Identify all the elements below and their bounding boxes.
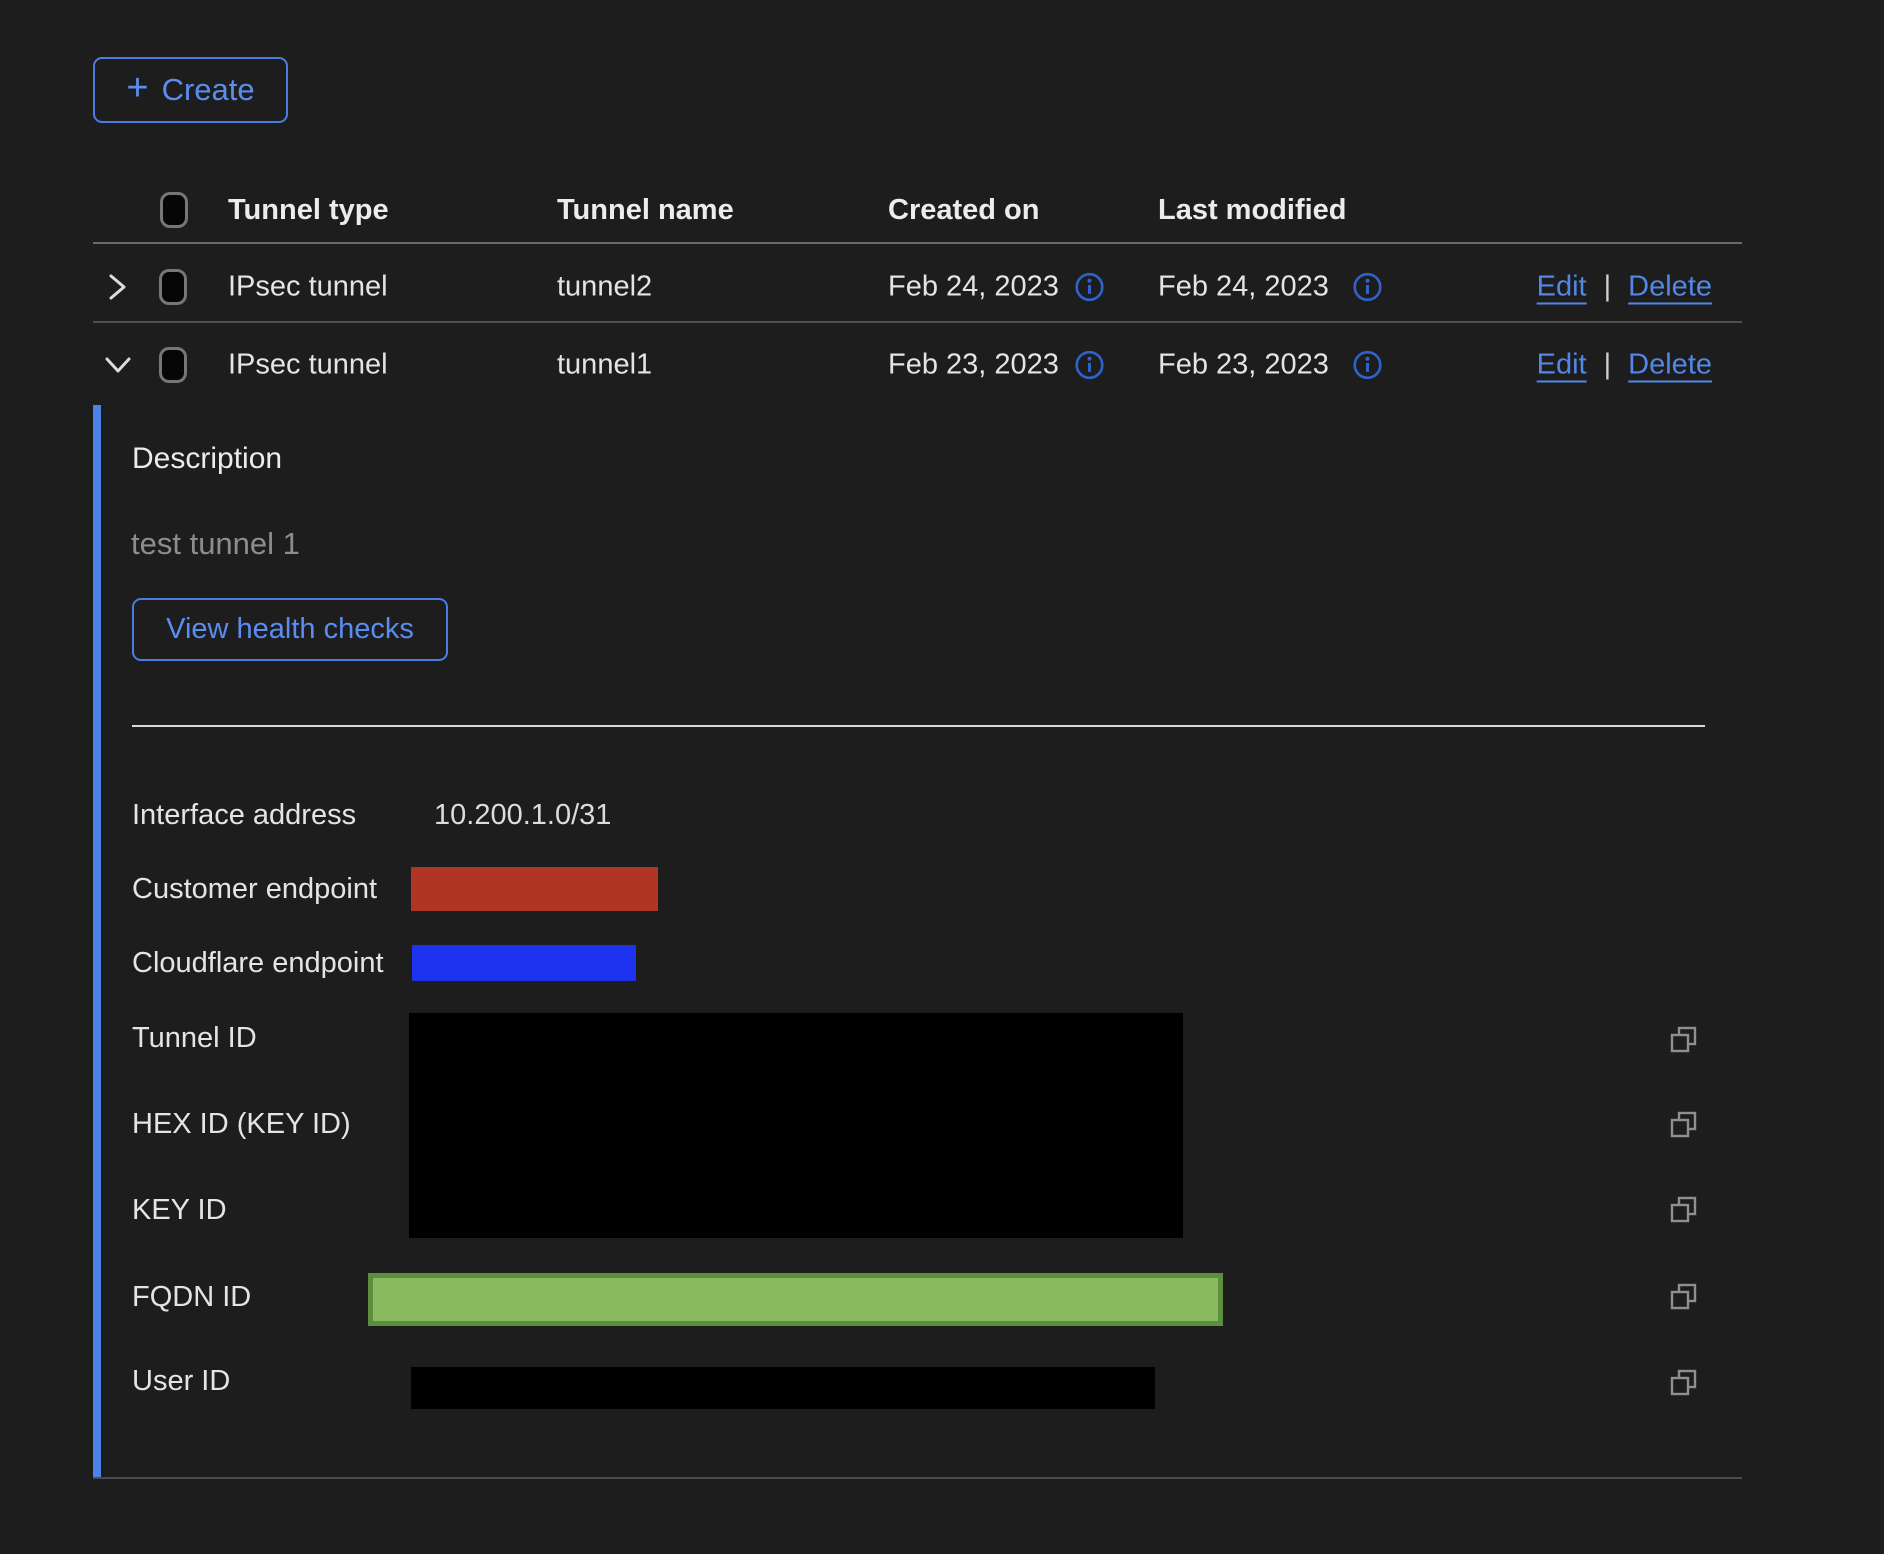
detail-divider xyxy=(132,725,1705,727)
interface-address-value: 10.200.1.0/31 xyxy=(434,799,611,832)
select-all-checkbox[interactable] xyxy=(160,192,188,228)
header-divider xyxy=(93,242,1742,244)
row-checkbox[interactable] xyxy=(159,347,187,383)
fqdn-id-redacted-value xyxy=(368,1273,1223,1326)
table-row: IPsec tunnel tunnel2 Feb 24, 2023 Feb 24… xyxy=(93,252,1742,322)
customer-endpoint-redacted-value xyxy=(411,867,658,911)
edit-link[interactable]: Edit xyxy=(1537,271,1587,304)
ids-redacted-value xyxy=(409,1013,1183,1238)
table-row: IPsec tunnel tunnel1 Feb 23, 2023 Feb 23… xyxy=(93,330,1742,400)
copy-icon[interactable] xyxy=(1669,1368,1699,1398)
cloudflare-endpoint-redacted-value xyxy=(412,945,636,981)
tunnel-id-label: Tunnel ID xyxy=(132,1022,257,1055)
last-modified-cell: Feb 23, 2023 xyxy=(1158,349,1329,382)
customer-endpoint-label: Customer endpoint xyxy=(132,873,377,906)
info-icon[interactable] xyxy=(1074,272,1105,303)
tunnel-name-cell: tunnel2 xyxy=(557,271,652,304)
hex-id-label: HEX ID (KEY ID) xyxy=(132,1108,351,1141)
created-on-cell: Feb 24, 2023 xyxy=(888,271,1059,304)
link-separator: | xyxy=(1604,271,1612,304)
description-value: test tunnel 1 xyxy=(131,526,300,562)
column-header-tunnel-type: Tunnel type xyxy=(228,190,389,230)
row-checkbox[interactable] xyxy=(159,269,187,305)
cloudflare-endpoint-label: Cloudflare endpoint xyxy=(132,947,384,980)
link-separator: | xyxy=(1604,349,1612,382)
tunnel-type-cell: IPsec tunnel xyxy=(228,271,388,304)
user-id-redacted-value xyxy=(411,1367,1155,1409)
column-header-last-modified: Last modified xyxy=(1158,190,1347,230)
key-id-label: KEY ID xyxy=(132,1194,227,1227)
copy-icon[interactable] xyxy=(1669,1195,1699,1225)
description-heading: Description xyxy=(132,442,282,476)
create-button-label: Create xyxy=(162,72,255,108)
info-icon[interactable] xyxy=(1074,350,1105,381)
view-health-checks-button[interactable]: View health checks xyxy=(132,598,448,661)
chevron-right-icon[interactable] xyxy=(101,270,135,304)
fqdn-id-label: FQDN ID xyxy=(132,1281,251,1314)
edit-link[interactable]: Edit xyxy=(1537,349,1587,382)
create-button[interactable]: + Create xyxy=(93,57,288,123)
user-id-label: User ID xyxy=(132,1365,230,1398)
tunnels-page: + Create Tunnel type Tunnel name Created… xyxy=(0,0,1884,1554)
panel-bottom-divider xyxy=(93,1477,1742,1479)
column-header-created-on: Created on xyxy=(888,190,1039,230)
copy-icon[interactable] xyxy=(1669,1110,1699,1140)
copy-icon[interactable] xyxy=(1669,1025,1699,1055)
delete-link[interactable]: Delete xyxy=(1628,271,1712,304)
last-modified-cell: Feb 24, 2023 xyxy=(1158,271,1329,304)
info-icon[interactable] xyxy=(1352,272,1383,303)
copy-icon[interactable] xyxy=(1669,1282,1699,1312)
tunnel-type-cell: IPsec tunnel xyxy=(228,349,388,382)
plus-icon: + xyxy=(126,69,148,107)
tunnel-name-cell: tunnel1 xyxy=(557,349,652,382)
row-divider xyxy=(93,321,1742,323)
expanded-row-accent-bar xyxy=(93,405,101,1478)
delete-link[interactable]: Delete xyxy=(1628,349,1712,382)
created-on-cell: Feb 23, 2023 xyxy=(888,349,1059,382)
info-icon[interactable] xyxy=(1352,350,1383,381)
interface-address-label: Interface address xyxy=(132,799,356,832)
chevron-down-icon[interactable] xyxy=(101,348,135,382)
column-header-tunnel-name: Tunnel name xyxy=(557,190,734,230)
